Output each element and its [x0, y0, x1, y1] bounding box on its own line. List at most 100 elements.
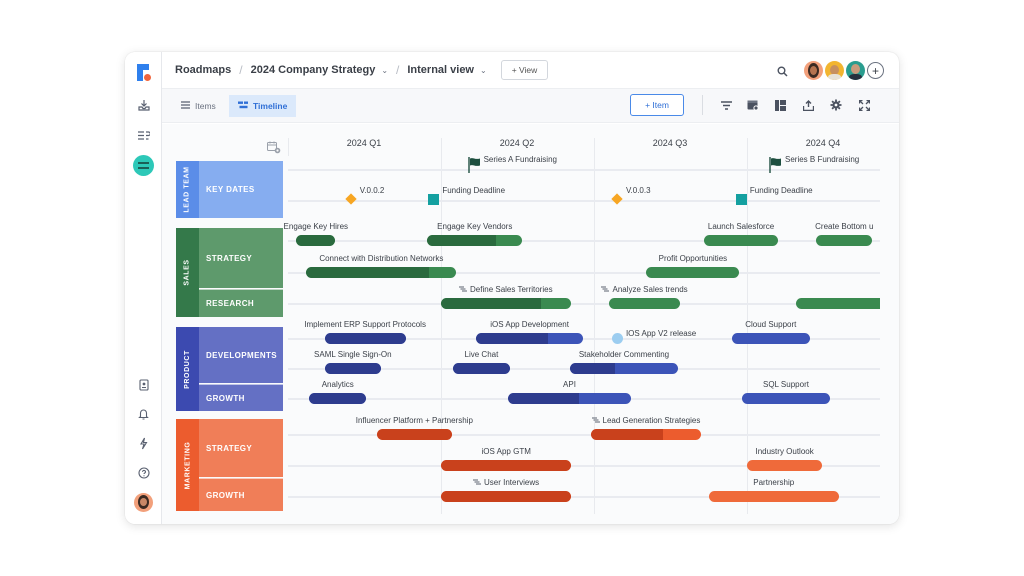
container-icon: [473, 478, 482, 487]
search-icon[interactable]: [777, 64, 788, 82]
quarter-header: 2024 Q2: [499, 138, 535, 148]
collaborator-avatar[interactable]: [804, 61, 823, 80]
export-icon[interactable]: [799, 96, 817, 114]
gear-icon[interactable]: [827, 96, 845, 114]
timeline-bar[interactable]: [376, 429, 452, 440]
lane-developments[interactable]: DEVELOPMENTS: [199, 327, 283, 383]
lane-research[interactable]: RESEARCH: [199, 289, 283, 317]
contacts-icon[interactable]: [125, 374, 162, 396]
lane-strategy[interactable]: STRATEGY: [199, 419, 283, 477]
bar-label-text: Engage Key Vendors: [437, 222, 513, 231]
bar-label: Stakeholder Commenting: [579, 350, 669, 359]
bar-label: Profit Opportunities: [659, 254, 727, 263]
toolbar-divider: [702, 95, 703, 115]
calendar-settings-icon[interactable]: [267, 141, 281, 159]
add-view-button[interactable]: + View: [500, 60, 549, 80]
timeline-bar[interactable]: [609, 298, 680, 309]
lane-key dates[interactable]: KEY DATES: [199, 161, 283, 218]
bar-label-text: iOS App Development: [490, 320, 569, 329]
timeline-bar[interactable]: [646, 267, 740, 278]
card-settings-icon[interactable]: [744, 96, 762, 114]
filter-icon[interactable]: [717, 96, 735, 114]
timeline-bar[interactable]: [795, 298, 880, 309]
collaborator-avatar[interactable]: [846, 61, 865, 80]
progress-fill: [590, 429, 663, 440]
progress-fill: [324, 333, 406, 344]
collaborator-avatar[interactable]: [825, 61, 844, 80]
progress-fill: [324, 363, 382, 374]
lightning-icon[interactable]: [125, 432, 162, 454]
breadcrumb-view[interactable]: Internal view: [407, 64, 474, 76]
group-label[interactable]: MARKETING: [176, 419, 199, 511]
timeline-bar[interactable]: [569, 363, 679, 374]
tab-timeline[interactable]: Timeline: [229, 95, 297, 117]
help-icon[interactable]: [125, 462, 162, 484]
logo[interactable]: [137, 64, 151, 81]
group-label[interactable]: LEAD TEAM: [176, 161, 199, 218]
timeline-bar[interactable]: [427, 235, 523, 246]
bar-label: Partnership: [753, 478, 794, 487]
timeline-bar[interactable]: [324, 363, 382, 374]
layout-icon[interactable]: [771, 96, 789, 114]
timeline-bar[interactable]: [453, 363, 510, 374]
user-avatar[interactable]: [134, 493, 153, 512]
row-gridline: [288, 240, 880, 242]
bell-icon[interactable]: [125, 403, 162, 425]
breadcrumb-roadmap[interactable]: 2024 Company Strategy: [251, 64, 376, 76]
timeline-bar[interactable]: [476, 333, 584, 344]
progress-fill: [441, 491, 572, 502]
bar-label: SQL Support: [763, 380, 809, 389]
deadline-square-icon[interactable]: [735, 194, 747, 205]
timeline-bar[interactable]: [731, 333, 810, 344]
timeline-bar[interactable]: [747, 460, 822, 471]
milestone-dot-icon[interactable]: [611, 333, 623, 344]
deadline-square-icon[interactable]: [428, 194, 440, 205]
fullscreen-icon[interactable]: [855, 96, 873, 114]
release-diamond-icon[interactable]: [611, 193, 623, 205]
progress-fill: [453, 363, 510, 374]
chevron-down-icon[interactable]: ⌄: [381, 66, 388, 75]
bar-label-text: Cloud Support: [745, 320, 797, 329]
lane-growth[interactable]: GROWTH: [199, 478, 283, 511]
timeline-bar[interactable]: [441, 460, 572, 471]
timeline-bar[interactable]: [441, 491, 572, 502]
lane-growth[interactable]: GROWTH: [199, 384, 283, 411]
timeline-bar[interactable]: [306, 267, 457, 278]
bar-label: Engage Key Hires: [284, 222, 348, 231]
add-collaborator-icon[interactable]: +: [867, 62, 884, 79]
tab-items[interactable]: Items: [172, 95, 225, 117]
lane-strategy[interactable]: STRATEGY: [199, 228, 283, 288]
add-item-button[interactable]: + Item: [630, 94, 684, 116]
timeline-bar[interactable]: [508, 393, 631, 404]
group-label[interactable]: PRODUCT: [176, 327, 199, 411]
timeline-bar[interactable]: [704, 235, 778, 246]
bar-label: API: [563, 380, 576, 389]
flag-icon[interactable]: [467, 157, 482, 173]
progress-fill: [306, 267, 430, 278]
timeline-bar[interactable]: [441, 298, 572, 309]
container-icon: [459, 285, 468, 294]
timeline-bar[interactable]: [708, 491, 839, 502]
bar-label: Analyze Sales trends: [601, 285, 688, 294]
flag-icon[interactable]: [769, 157, 783, 173]
list-redo-icon[interactable]: [125, 124, 162, 146]
chevron-down-icon[interactable]: ⌄: [480, 66, 487, 75]
timeline-bar[interactable]: [815, 235, 873, 246]
top-bar: Roadmaps / 2024 Company Strategy ⌄ / Int…: [162, 52, 899, 89]
progress-fill: [309, 393, 367, 404]
inbox-icon[interactable]: [125, 94, 162, 116]
group-name: PRODUCT: [184, 349, 191, 389]
timeline-bar[interactable]: [295, 235, 336, 246]
timeline-bar[interactable]: [742, 393, 830, 404]
roadmap-icon[interactable]: [133, 155, 154, 176]
milestone-label: Series B Fundraising: [785, 155, 860, 164]
bar-label-text: SAML Single Sign-On: [314, 350, 392, 359]
breadcrumb-roadmaps[interactable]: Roadmaps: [175, 64, 231, 76]
release-diamond-icon[interactable]: [345, 193, 357, 205]
row-gridline: [288, 169, 880, 171]
timeline-bar[interactable]: [590, 429, 702, 440]
bar-label-text: Analytics: [321, 380, 354, 389]
timeline-bar[interactable]: [324, 333, 406, 344]
timeline-bar[interactable]: [309, 393, 367, 404]
group-label[interactable]: SALES: [176, 228, 199, 317]
